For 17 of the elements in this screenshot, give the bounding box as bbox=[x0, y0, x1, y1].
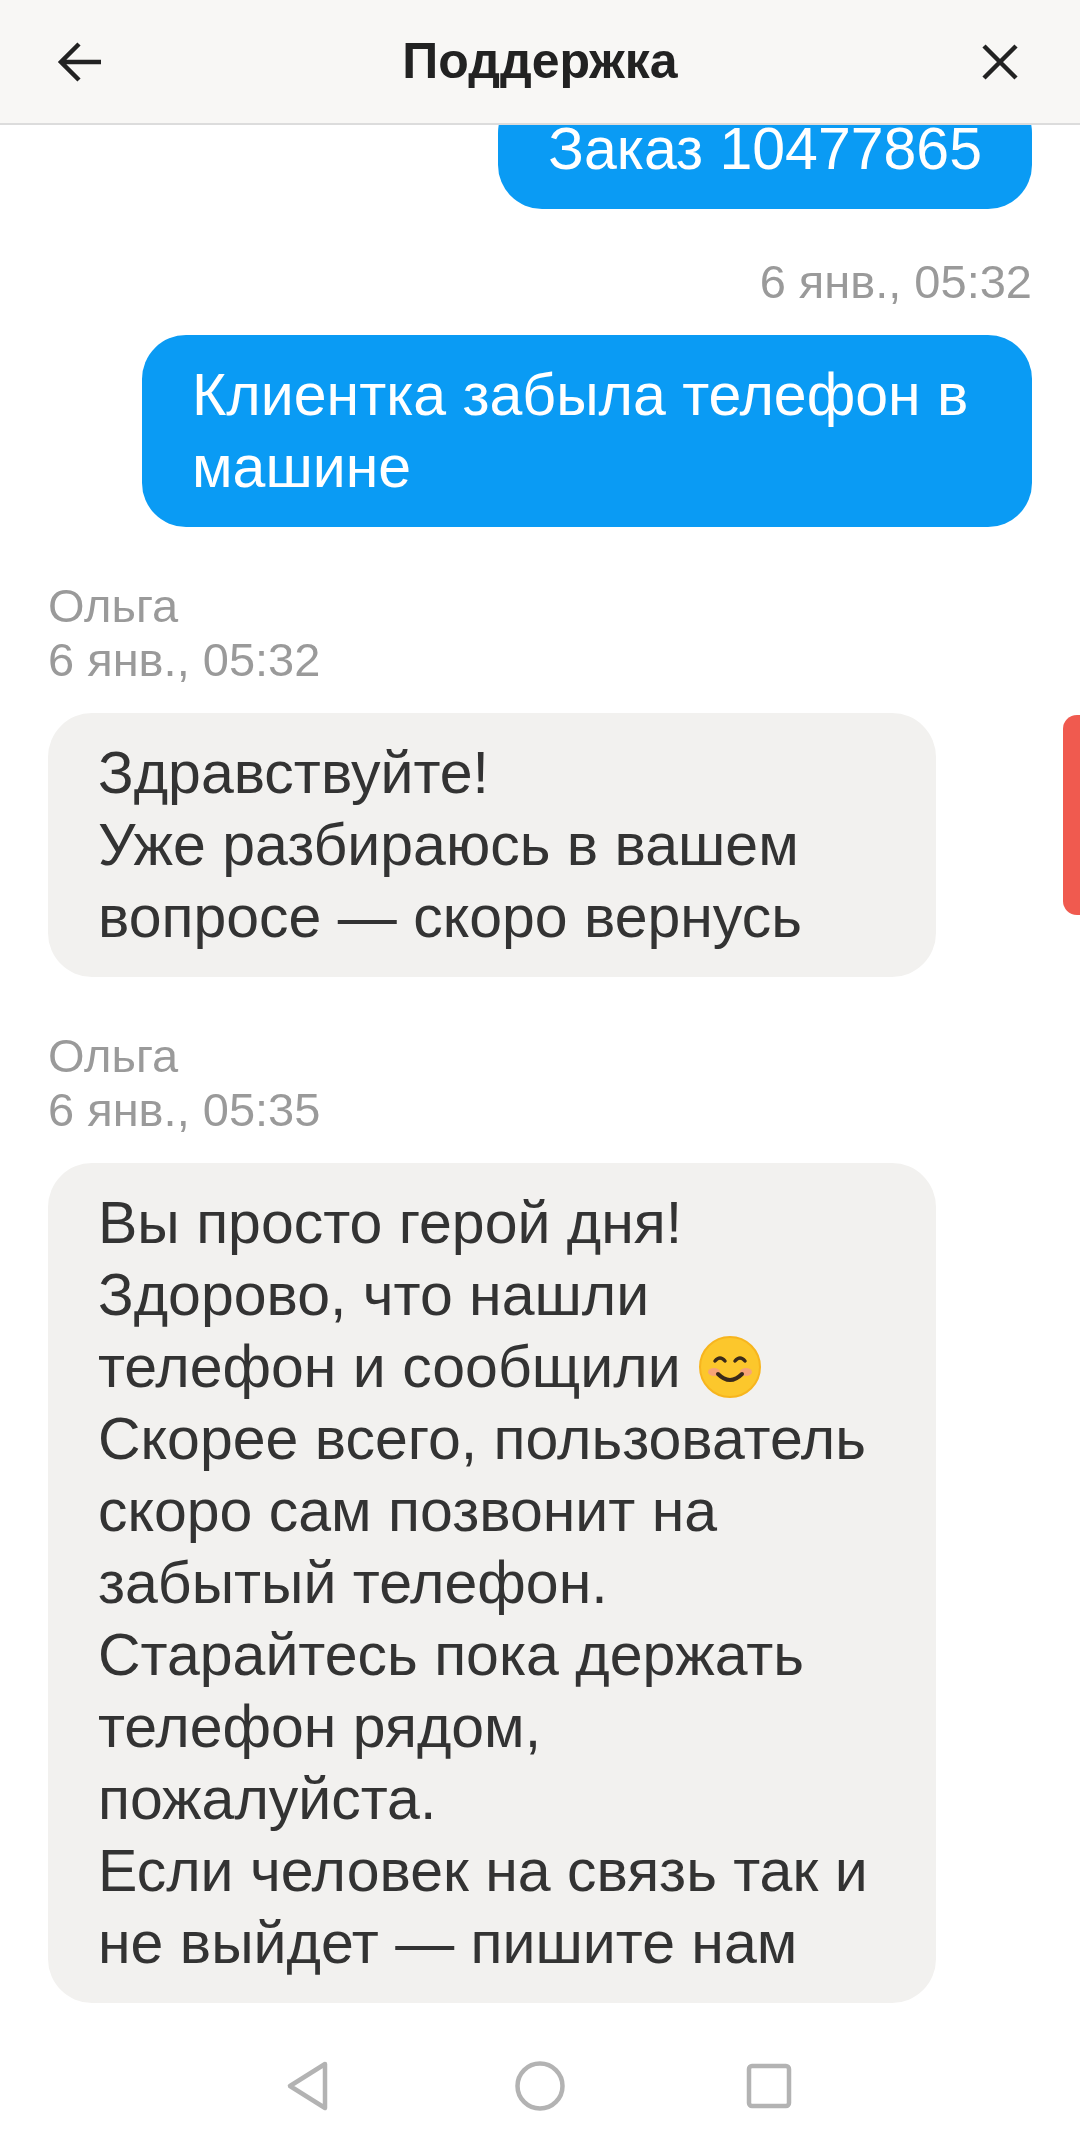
edge-handle[interactable] bbox=[1063, 715, 1080, 915]
message-bubble: Заказ 10477865 bbox=[498, 125, 1032, 209]
timestamp: 6 янв., 05:35 bbox=[48, 1083, 321, 1137]
home-circle-icon[interactable] bbox=[514, 2060, 566, 2112]
author-name: Ольга bbox=[48, 579, 179, 633]
recents-square-icon[interactable] bbox=[746, 2063, 792, 2109]
window-title: Поддержка bbox=[402, 32, 678, 91]
message-bubble: Здравствуйте! Уже разбираюсь в вашем вопросе — скоро вернусь bbox=[48, 713, 936, 977]
close-icon bbox=[981, 42, 1019, 81]
back-arrow-icon bbox=[57, 41, 103, 82]
message-bubble: Клиентка забыла телефон в машине bbox=[142, 335, 1032, 527]
message-text: Скорее всего, пользователь скоро сам позвонит на забытый телефон. Старайтесь пока держать телефон рядом, пожалуйста. Если человек на связь так и не выйдет — пишите нам bbox=[98, 1405, 869, 1978]
author-name: Ольга bbox=[48, 1029, 179, 1083]
timestamp: 6 янв., 05:32 bbox=[759, 255, 1032, 309]
message-text: телефон и сообщили bbox=[98, 1333, 681, 1402]
smiley-icon bbox=[696, 1334, 763, 1400]
timestamp: 6 янв., 05:32 bbox=[48, 633, 321, 687]
